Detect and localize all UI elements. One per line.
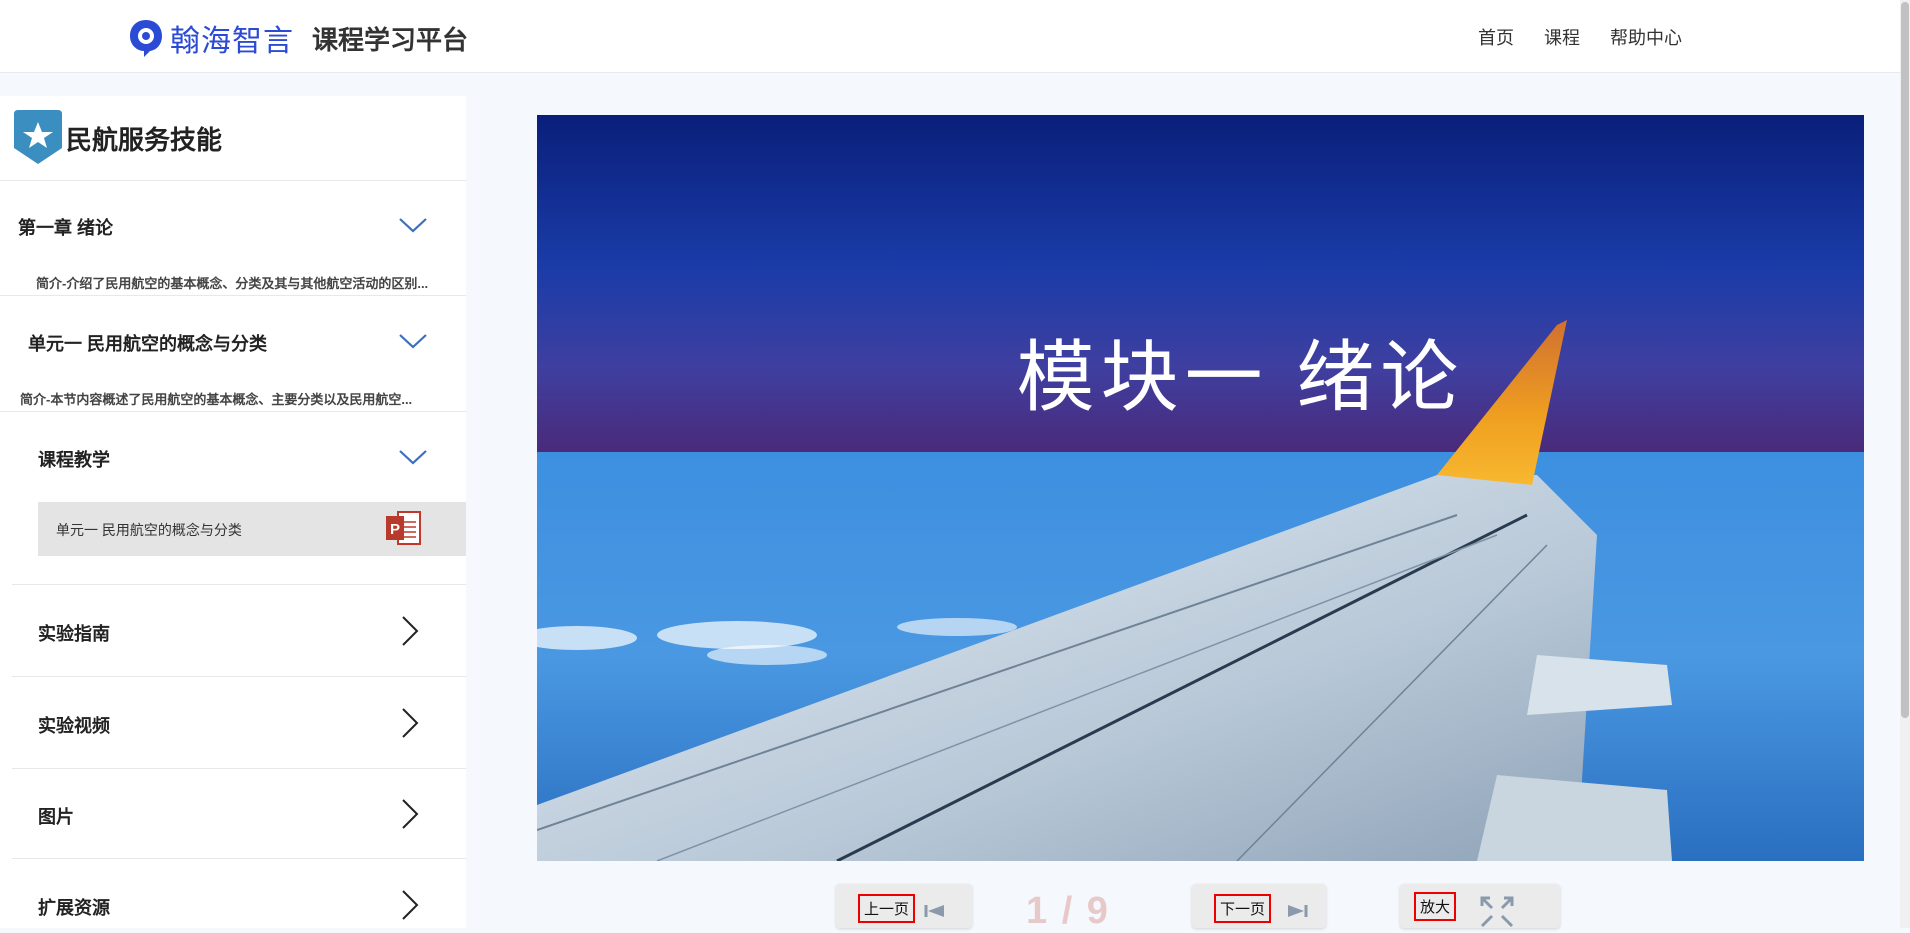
airplane-wing-image (537, 115, 1864, 861)
divider (12, 584, 466, 585)
brand-name: 翰海智言 (170, 25, 294, 58)
next-arrow-icon (1288, 905, 1308, 917)
chapter-title[interactable]: 第一章 绪论 (18, 214, 113, 240)
slide-viewer: 模块一 绪论 (537, 115, 1864, 861)
nav-home[interactable]: 首页 (1478, 24, 1514, 50)
zoom-button[interactable]: 放大 (1400, 884, 1560, 928)
chapter-desc: 简介-介绍了民用航空的基本概念、分类及其与其他航空活动的区别... (36, 276, 429, 291)
chevron-right-icon[interactable] (400, 888, 420, 922)
prev-page-label: 上一页 (858, 894, 916, 923)
scrollbar-thumb[interactable] (1901, 2, 1909, 718)
section-extended-resources[interactable]: 扩展资源 (38, 894, 110, 920)
section-lab-video[interactable]: 实验视频 (38, 712, 110, 738)
star-badge-icon (14, 110, 62, 164)
course-title: 民航服务技能 (66, 124, 223, 155)
divider (12, 858, 466, 859)
section-lab-guide[interactable]: 实验指南 (38, 620, 110, 646)
next-page-button[interactable]: 下一页 (1192, 884, 1326, 928)
chat-bubble-logo-icon (130, 20, 162, 57)
logo[interactable]: 翰海智言 课程学习平台 (128, 16, 468, 60)
ppt-icon: P (386, 511, 421, 545)
divider (12, 676, 466, 677)
chevron-down-icon[interactable] (398, 216, 428, 234)
nav-help-center[interactable]: 帮助中心 (1610, 24, 1682, 50)
divider (12, 768, 466, 769)
divider (0, 295, 466, 296)
prev-page-button[interactable]: 上一页 (836, 884, 972, 928)
chevron-down-icon[interactable] (398, 448, 428, 466)
chevron-right-icon[interactable] (400, 614, 420, 648)
course-header: 民航服务技能 (12, 106, 222, 170)
course-sidebar: 民航服务技能 第一章 绪论 简介-介绍了民用航空的基本概念、分类及其与其他航空活… (0, 96, 466, 928)
prev-arrow-icon (924, 905, 944, 917)
svg-text:P: P (390, 521, 400, 538)
slide-title: 模块一 绪论 (1016, 333, 1465, 421)
chevron-right-icon[interactable] (400, 706, 420, 740)
page-indicator: 1 / 9 (1026, 890, 1110, 932)
divider (0, 180, 466, 181)
top-nav: 首页 课程 帮助中心 (1478, 24, 1682, 50)
page-scrollbar[interactable] (1900, 0, 1910, 928)
section-images[interactable]: 图片 (38, 803, 74, 829)
chevron-right-icon[interactable] (400, 797, 420, 831)
expand-icon (1480, 896, 1514, 928)
file-item-selected[interactable]: 单元一 民用航空的概念与分类 P (38, 502, 466, 556)
platform-subtitle: 课程学习平台 (312, 24, 469, 55)
unit-title[interactable]: 单元一 民用航空的概念与分类 (28, 330, 267, 356)
file-name: 单元一 民用航空的概念与分类 (56, 522, 242, 538)
teaching-title[interactable]: 课程教学 (38, 446, 110, 472)
unit-desc: 简介-本节内容概述了民用航空的基本概念、主要分类以及民用航空... (20, 392, 413, 407)
next-page-label: 下一页 (1214, 894, 1272, 923)
top-header: 翰海智言 课程学习平台 首页 课程 帮助中心 (0, 0, 1910, 73)
nav-courses[interactable]: 课程 (1544, 24, 1580, 50)
zoom-label: 放大 (1414, 892, 1457, 921)
divider (0, 411, 466, 412)
chevron-down-icon[interactable] (398, 332, 428, 350)
